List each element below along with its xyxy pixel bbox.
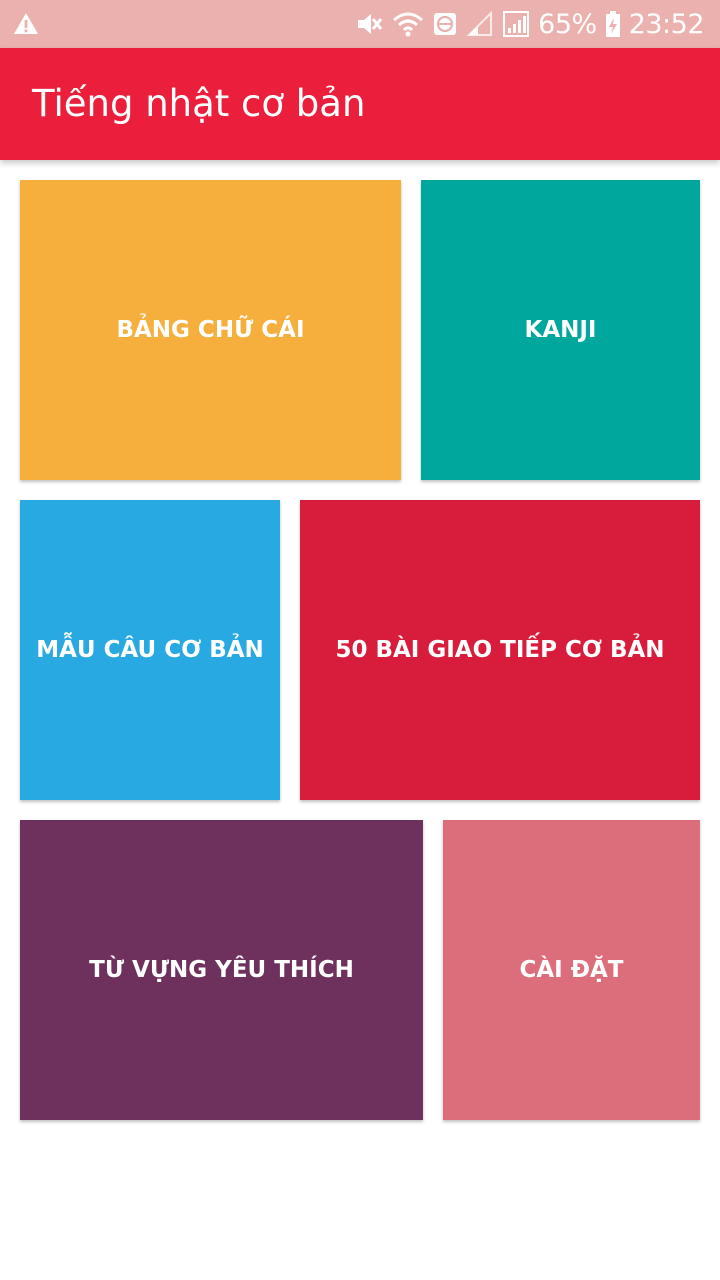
basic-sentences-tile-label: MẪU CÂU CƠ BẢN [36,637,264,663]
clock: 23:52 [628,8,705,40]
kanji-tile-label: KANJI [524,317,597,343]
conversations-tile-label: 50 BÀI GIAO TIẾP CƠ BẢN [335,637,665,663]
data-saver-icon [432,11,458,37]
battery-charging-icon [605,10,621,38]
wifi-icon [392,9,424,39]
page-title: Tiếng nhật cơ bản [32,82,366,125]
favorite-vocabulary-tile-label: TỪ VỰNG YÊU THÍCH [89,957,354,983]
settings-tile-label: CÀI ĐẶT [519,957,624,983]
kanji-tile[interactable]: KANJI [421,180,700,480]
warning-icon [12,10,40,38]
app-bar: Tiếng nhật cơ bản [0,48,720,160]
basic-sentences-tile[interactable]: MẪU CÂU CƠ BẢN [20,500,280,800]
status-indicators: 65% 23:52 [354,0,705,48]
alphabet-tile-label: BẢNG CHỮ CÁI [116,317,305,343]
mute-icon [354,9,384,39]
battery-percent: 65% [538,8,597,40]
alphabet-tile[interactable]: BẢNG CHỮ CÁI [20,180,401,480]
signal-icon [466,10,494,38]
settings-tile[interactable]: CÀI ĐẶT [443,820,700,1120]
conversations-tile[interactable]: 50 BÀI GIAO TIẾP CƠ BẢN [300,500,700,800]
signal-icon-2 [502,10,530,38]
favorite-vocabulary-tile[interactable]: TỪ VỰNG YÊU THÍCH [20,820,423,1120]
status-bar: 65% 23:52 [0,0,720,48]
